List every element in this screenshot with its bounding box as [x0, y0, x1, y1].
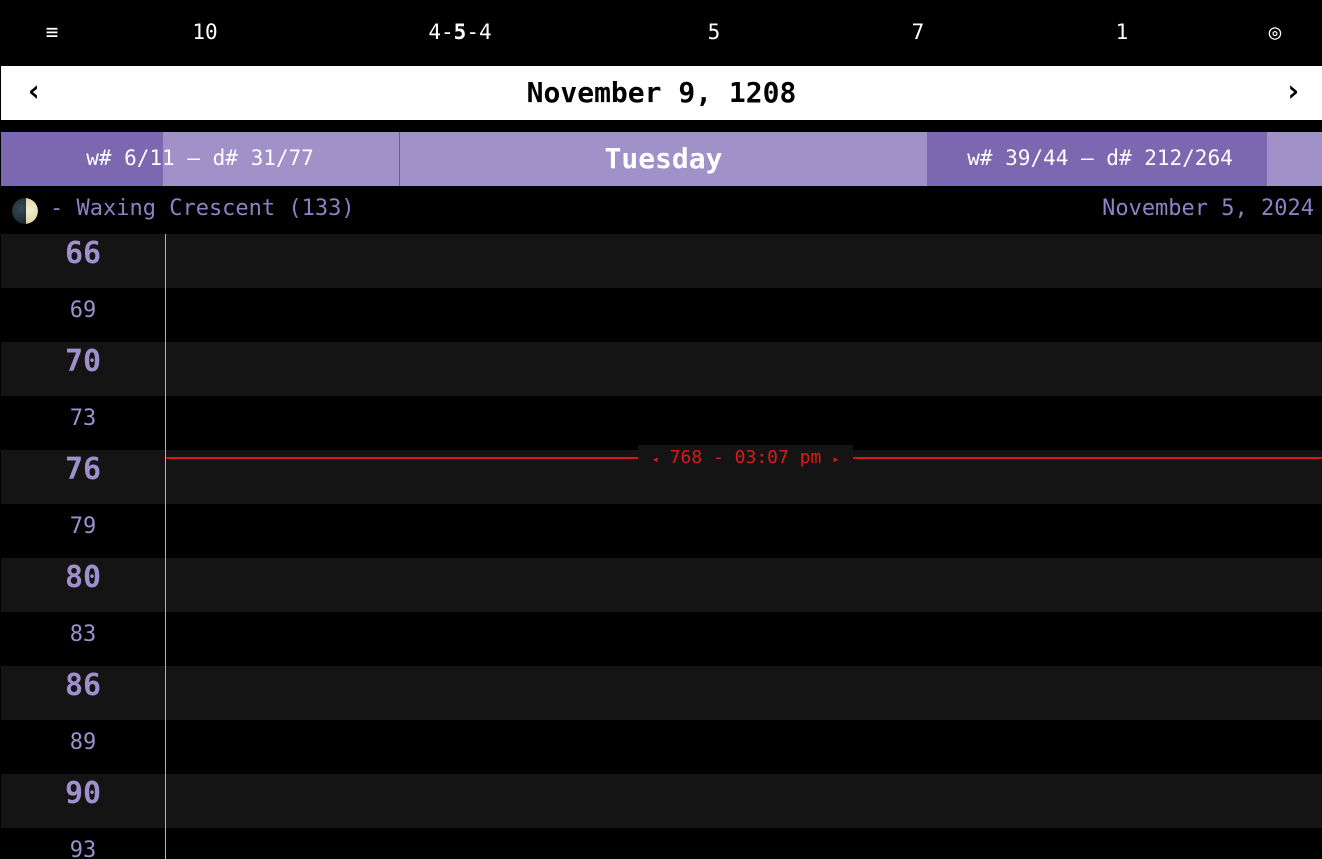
toolbar-item-7[interactable]: 7	[912, 0, 925, 66]
next-day-button[interactable]: ›	[1268, 66, 1318, 120]
time-row-label: 93	[69, 838, 97, 859]
time-row[interactable]: 79	[1, 504, 1322, 558]
arrow-left-icon: ◂	[651, 452, 659, 466]
time-row[interactable]: 90	[1, 774, 1322, 828]
time-row-label: 86	[64, 668, 102, 703]
time-row-label: 90	[64, 776, 102, 811]
toolbar-item-label-bold: 5	[453, 20, 467, 44]
time-row[interactable]: 93	[1, 828, 1322, 859]
page-title: November 9, 1208	[526, 76, 797, 109]
time-row-label: 89	[69, 730, 97, 755]
time-row[interactable]: 83	[1, 612, 1322, 666]
time-row-label: 70	[64, 344, 102, 379]
time-row-label: 73	[69, 406, 97, 431]
top-toolbar: ≡ 10 4-5-4 5 7 1 ◎	[0, 0, 1322, 66]
target-glyph: ◎	[1268, 20, 1282, 44]
moon-phase-row: - Waxing Crescent (133) November 5, 2024	[0, 186, 1322, 234]
toolbar-item-label: 1	[1115, 20, 1129, 44]
time-row[interactable]: 66	[1, 234, 1322, 288]
time-row-label: 69	[69, 298, 97, 323]
time-column-divider	[165, 234, 166, 859]
chevron-right-icon: ›	[1283, 74, 1303, 109]
time-row[interactable]: 86	[1, 666, 1322, 720]
toolbar-item-label: 5	[707, 20, 721, 44]
current-time-label: ◂ 768 - 03:07 pm ▸	[638, 445, 853, 471]
menu-glyph: ≡	[45, 20, 59, 44]
toolbar-item-label-pre: 4-	[428, 20, 454, 44]
time-row[interactable]: 69	[1, 288, 1322, 342]
arrow-right-icon: ▸	[832, 452, 840, 466]
gregorian-date: November 5, 2024	[1102, 196, 1314, 221]
current-time-text: 768 - 03:07 pm	[669, 447, 822, 468]
time-row-label: 76	[64, 452, 102, 487]
toolbar-item-label: 7	[911, 20, 925, 44]
target-icon[interactable]: ◎	[1269, 0, 1282, 66]
toolbar-item-10[interactable]: 10	[192, 0, 217, 66]
time-row-label: 83	[69, 622, 97, 647]
time-row[interactable]: 70	[1, 342, 1322, 396]
toolbar-item-4-5-4[interactable]: 4-5-4	[428, 0, 491, 66]
week-day-counter-right: w# 39/44 — d# 212/264	[967, 146, 1233, 170]
week-day-counter-left: w# 6/11 — d# 31/77	[86, 146, 314, 170]
date-header: ‹ November 9, 1208 ›	[1, 66, 1322, 120]
toolbar-item-5[interactable]: 5	[708, 0, 721, 66]
time-grid[interactable]: 66 69 70 73 76 79 80 83 86 89 90 93	[1, 234, 1322, 859]
toolbar-item-label-post: -4	[466, 20, 492, 44]
week-progress-band: w# 6/11 — d# 31/77 Tuesday w# 39/44 — d#…	[1, 132, 1322, 186]
time-row[interactable]: 89	[1, 720, 1322, 774]
day-name: Tuesday	[604, 142, 723, 175]
time-row-label: 79	[69, 514, 97, 539]
toolbar-item-label: 10	[192, 20, 218, 44]
hamburger-menu-icon[interactable]: ≡	[46, 0, 59, 66]
time-row-label: 66	[64, 236, 102, 271]
toolbar-item-1[interactable]: 1	[1116, 0, 1129, 66]
waxing-crescent-moon-icon	[12, 198, 38, 224]
time-row-label: 80	[64, 560, 102, 595]
time-row[interactable]: 73	[1, 396, 1322, 450]
moon-phase-text: - Waxing Crescent (133)	[50, 196, 355, 221]
time-row[interactable]: 80	[1, 558, 1322, 612]
